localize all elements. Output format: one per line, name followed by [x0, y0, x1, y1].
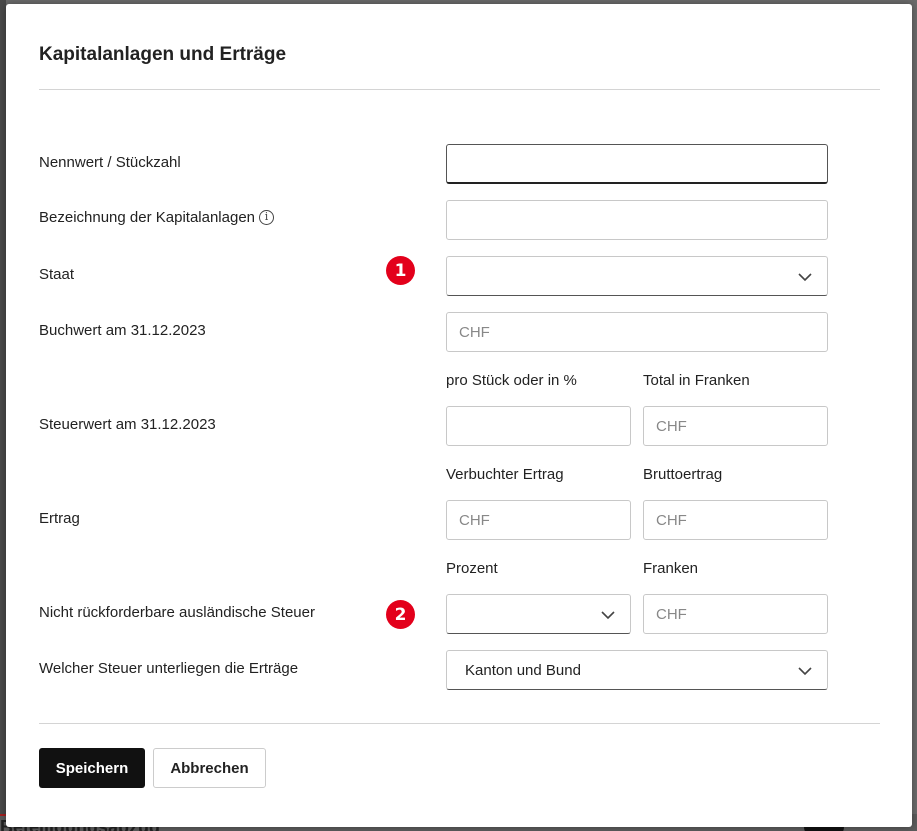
buchwert-label: Buchwert am 31.12.2023 [39, 322, 206, 339]
buchwert-input[interactable]: CHF [446, 312, 828, 352]
steuerwert-label: Steuerwert am 31.12.2023 [39, 416, 216, 433]
auslaendische-steuer-label: Nicht rückforderbare ausländische Steuer [39, 604, 315, 621]
modal-dialog: Kapitalanlagen und Erträge Nennwert / St… [6, 4, 912, 827]
cancel-button[interactable]: Abbrechen [153, 748, 266, 788]
franken-input[interactable]: CHF [643, 594, 828, 634]
steuerwert-col2-label: Total in Franken [643, 372, 750, 389]
annotation-badge-1: 1 [386, 256, 415, 285]
ertrag-col1-label: Verbuchter Ertrag [446, 466, 564, 483]
nennwert-input[interactable] [446, 144, 828, 184]
footer-divider [39, 723, 880, 724]
verbuchter-ertrag-input[interactable]: CHF [446, 500, 631, 540]
prozent-select[interactable] [446, 594, 631, 634]
steuerart-select[interactable]: Kanton und Bund [446, 650, 828, 690]
save-button[interactable]: Speichern [39, 748, 145, 788]
steuerart-label: Welcher Steuer unterliegen die Erträge [39, 660, 299, 677]
steuer-col1-label: Prozent [446, 560, 498, 577]
info-icon[interactable]: i [259, 210, 274, 225]
chevron-down-icon [798, 273, 812, 282]
annotation-badge-2: 2 [386, 600, 415, 629]
steuer-col2-label: Franken [643, 560, 699, 577]
chevron-down-icon [601, 611, 615, 620]
ertrag-col2-label: Bruttoertrag [643, 466, 723, 483]
bruttoertrag-input[interactable]: CHF [643, 500, 828, 540]
ertrag-label: Ertrag [39, 510, 80, 527]
bezeichnung-input[interactable] [446, 200, 828, 240]
header-divider [39, 89, 880, 90]
bezeichnung-label: Bezeichnung der Kapitalanlagen i [39, 209, 274, 226]
steuerwert-col1-label: pro Stück oder in % [446, 372, 577, 389]
nennwert-label: Nennwert / Stückzahl [39, 154, 181, 171]
staat-select[interactable] [446, 256, 828, 296]
modal-title: Kapitalanlagen und Erträge [39, 44, 287, 65]
steuerwert-total-input[interactable]: CHF [643, 406, 828, 446]
chevron-down-icon [798, 667, 812, 676]
staat-label: Staat [39, 266, 75, 283]
steuerwert-pro-stueck-input[interactable] [446, 406, 631, 446]
